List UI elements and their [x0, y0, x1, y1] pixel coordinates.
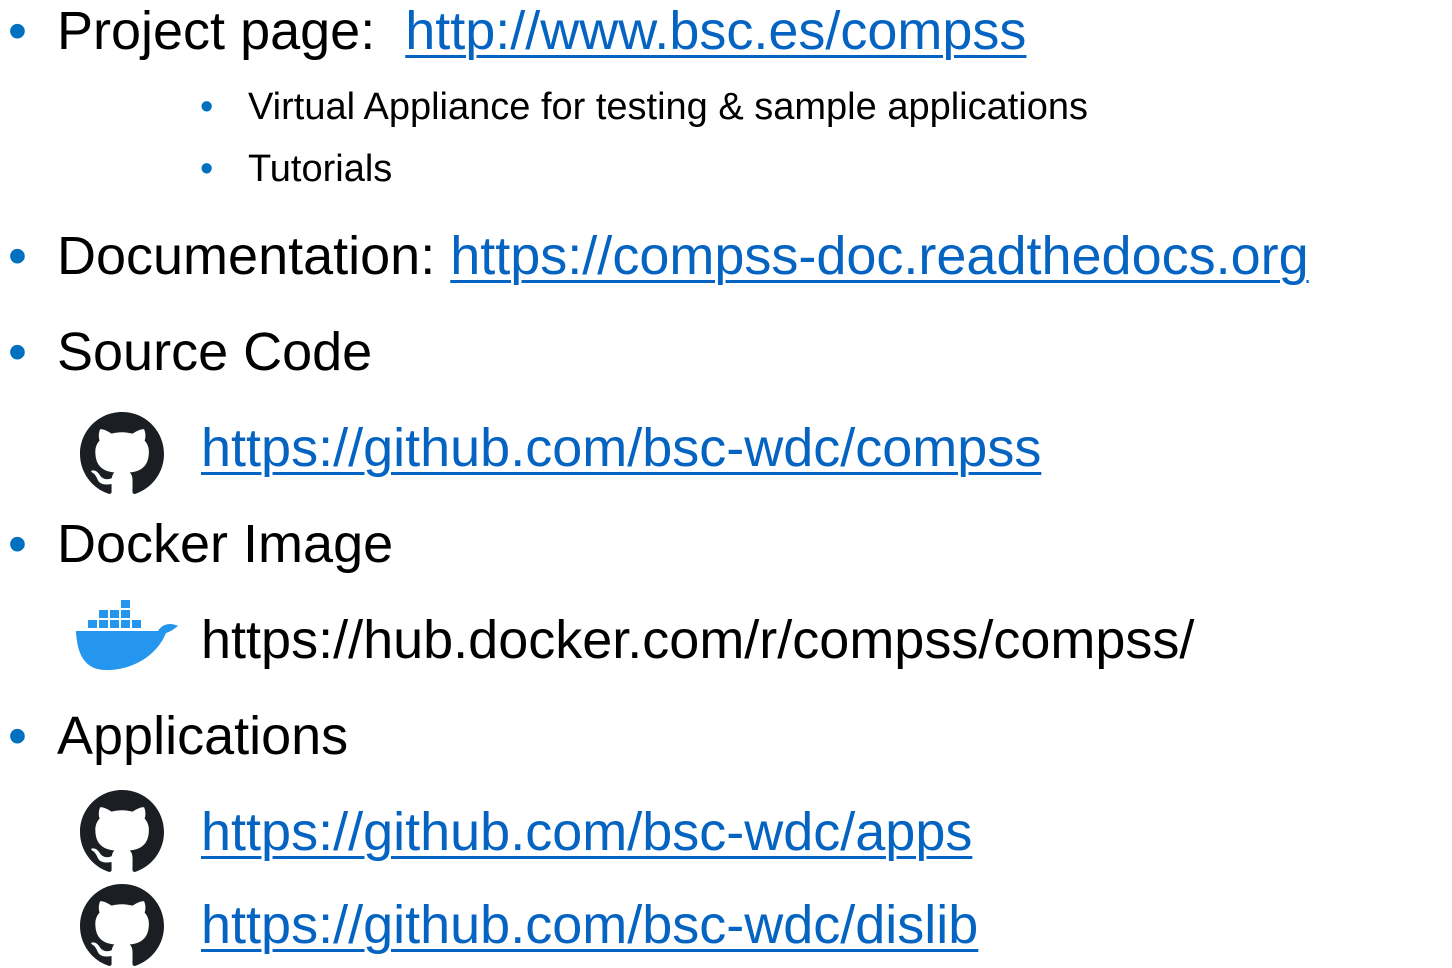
docker-image-url: https://hub.docker.com/r/compss/compss/ — [201, 610, 1195, 670]
github-icon — [80, 790, 164, 872]
bullet-source-code: • — [8, 322, 27, 382]
bullet-project: • — [8, 1, 27, 61]
project-subitem-appliance: Virtual Appliance for testing & sample a… — [248, 86, 1089, 128]
github-icon — [80, 412, 164, 494]
project-item: Project page: http://www.bsc.es/compss — [57, 4, 1026, 58]
source-code-link-row: https://github.com/bsc-wdc/compss — [201, 421, 1041, 475]
bullet-applications: • — [8, 706, 27, 766]
docker-icon — [76, 600, 178, 670]
applications-dislib-link[interactable]: https://github.com/bsc-wdc/dislib — [201, 895, 978, 955]
documentation-link[interactable]: https://compss-doc.readthedocs.org — [450, 226, 1308, 286]
documentation-item: Documentation: https://compss-doc.readth… — [57, 229, 1309, 283]
source-code-link[interactable]: https://github.com/bsc-wdc/compss — [201, 418, 1041, 478]
bullet-documentation: • — [8, 226, 27, 286]
docker-image-label: Docker Image — [57, 514, 394, 574]
github-icon — [80, 884, 164, 966]
bullet-subitem-2: • — [200, 148, 214, 190]
source-code-label: Source Code — [57, 322, 373, 382]
bullet-subitem-1: • — [200, 86, 214, 128]
project-link[interactable]: http://www.bsc.es/compss — [405, 1, 1026, 61]
bullet-docker-image: • — [8, 514, 27, 574]
applications-link-row-2: https://github.com/bsc-wdc/dislib — [201, 898, 978, 952]
documentation-label: Documentation: — [57, 226, 436, 286]
applications-link-row-1: https://github.com/bsc-wdc/apps — [201, 805, 972, 859]
project-subitem-tutorials: Tutorials — [248, 148, 393, 190]
project-label: Project page: — [57, 1, 376, 61]
applications-apps-link[interactable]: https://github.com/bsc-wdc/apps — [201, 802, 972, 862]
applications-label: Applications — [57, 706, 349, 766]
